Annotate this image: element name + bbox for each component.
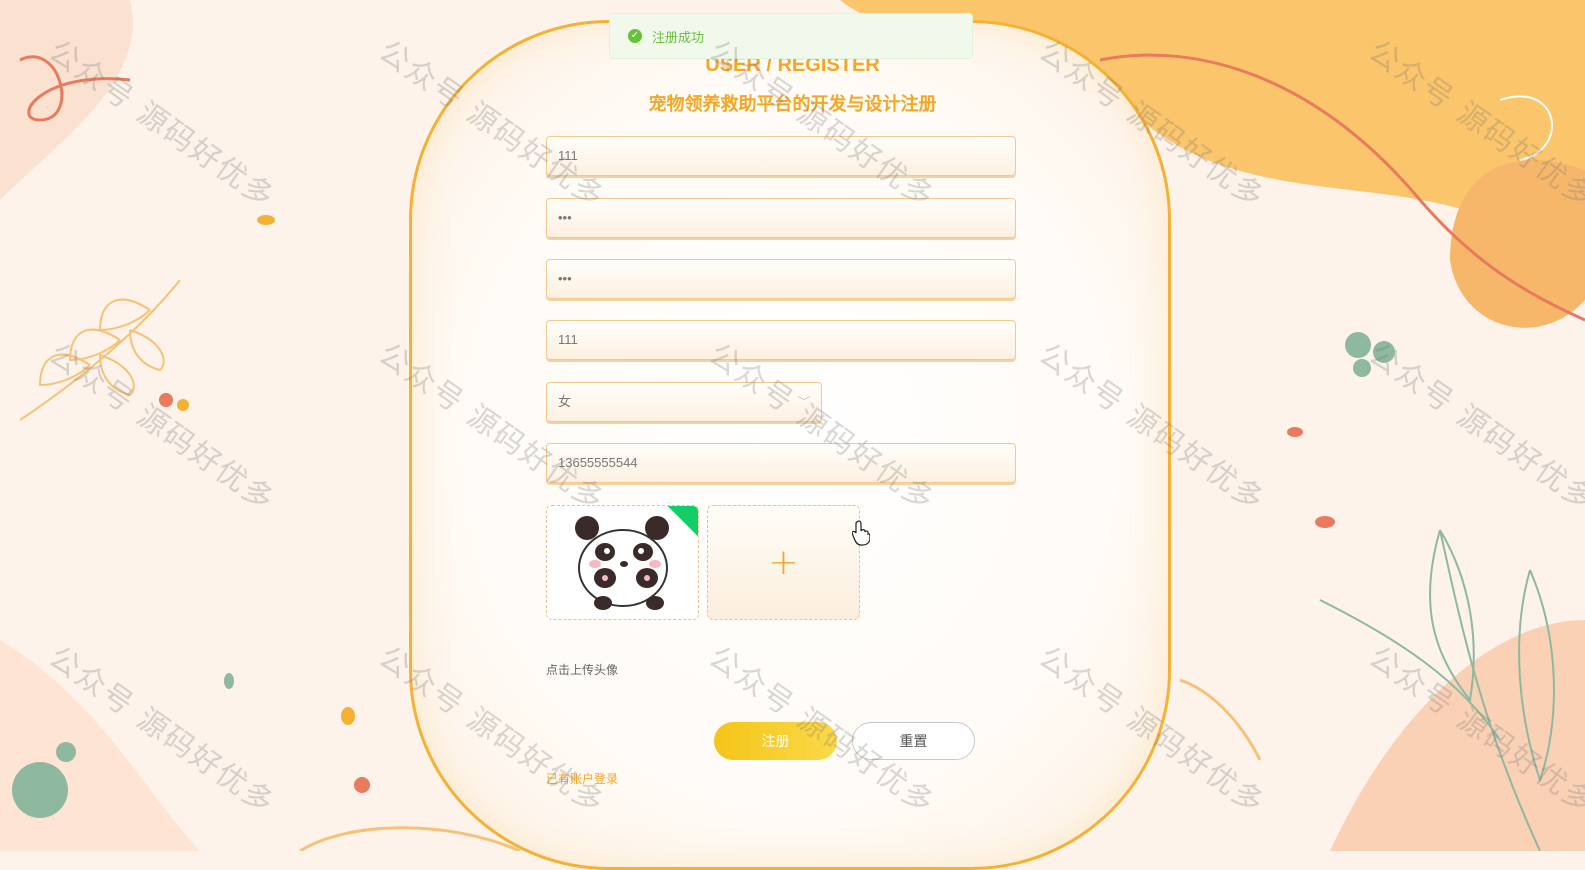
panda-avatar-image	[575, 516, 669, 610]
toast-message: 注册成功	[652, 30, 705, 46]
page-title: 宠物领养救助平台的开发与设计注册	[648, 94, 937, 115]
username-field[interactable]: 111	[546, 136, 1016, 176]
plus-icon: +	[768, 541, 799, 583]
gender-select[interactable]: 女 ﹀	[546, 382, 822, 422]
hand-cursor-icon	[852, 520, 870, 546]
success-toast: ✓ 注册成功	[609, 13, 973, 59]
name-field[interactable]: 111	[546, 320, 1016, 360]
avatar-upload-button[interactable]: +	[707, 505, 860, 620]
upload-avatar-tip: 点击上传头像	[546, 663, 619, 677]
phone-field[interactable]: 13655555544	[546, 443, 1016, 483]
chevron-down-icon: ﹀	[797, 395, 810, 409]
uploaded-avatar[interactable]	[546, 505, 699, 620]
reset-button[interactable]: 重置	[852, 722, 975, 760]
register-button[interactable]: 注册	[714, 722, 837, 760]
password-field[interactable]: •••	[546, 198, 1016, 238]
check-circle-icon: ✓	[628, 29, 642, 43]
confirm-password-field[interactable]: •••	[546, 259, 1016, 299]
login-link[interactable]: 已有账户登录	[546, 770, 618, 787]
gender-select-value: 女	[558, 394, 572, 409]
